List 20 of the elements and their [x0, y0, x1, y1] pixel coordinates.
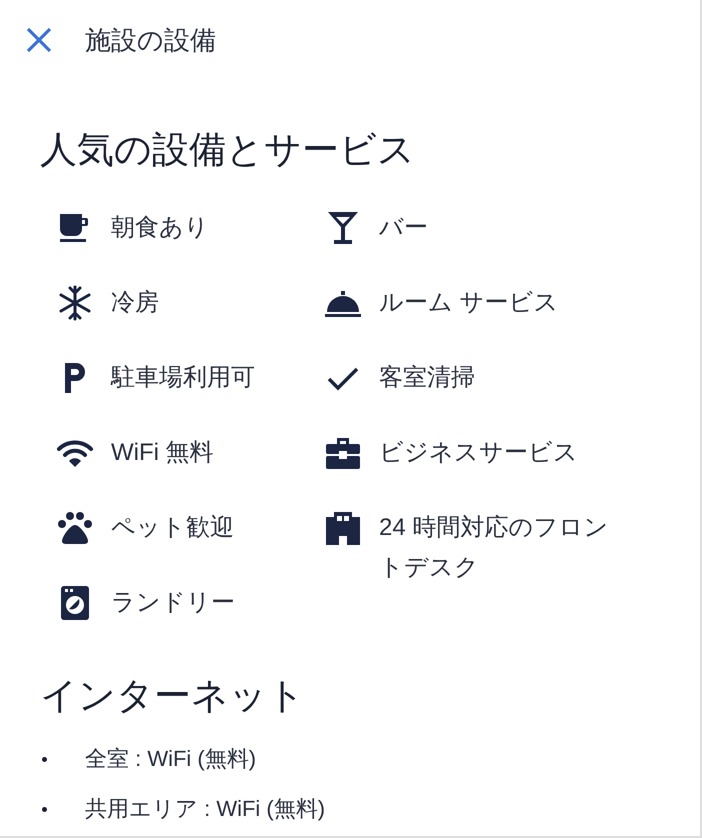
- internet-item: 共用エリア : WiFi (無料): [85, 795, 326, 823]
- bullet-icon: [42, 806, 47, 812]
- panel-title: 施設の設備: [85, 24, 216, 56]
- close-button[interactable]: [24, 25, 54, 55]
- amenity-label: WiFi 無料: [111, 438, 214, 468]
- amenity-label: ペット歓迎: [111, 513, 234, 543]
- section-heading: 人気の設備とサービス: [40, 128, 416, 172]
- amenity-label: ランドリー: [111, 588, 235, 618]
- amenity-label: 朝食あり: [111, 213, 209, 243]
- amenity-label: バー: [379, 213, 428, 243]
- section-heading: インターネット: [40, 674, 306, 718]
- amenity-label: ビジネスサービス: [379, 438, 578, 468]
- amenity-label: 24 時間対応のフロントデスク: [379, 513, 610, 583]
- close-icon: [25, 26, 53, 54]
- amenity-label: 駐車場利用可: [111, 363, 255, 393]
- internet-item: 全室 : WiFi (無料): [85, 745, 256, 773]
- amenity-label: ルーム サービス: [379, 288, 559, 318]
- amenity-label: 冷房: [111, 288, 159, 318]
- amenity-label: 客室清掃: [379, 363, 475, 393]
- bullet-icon: [42, 756, 47, 762]
